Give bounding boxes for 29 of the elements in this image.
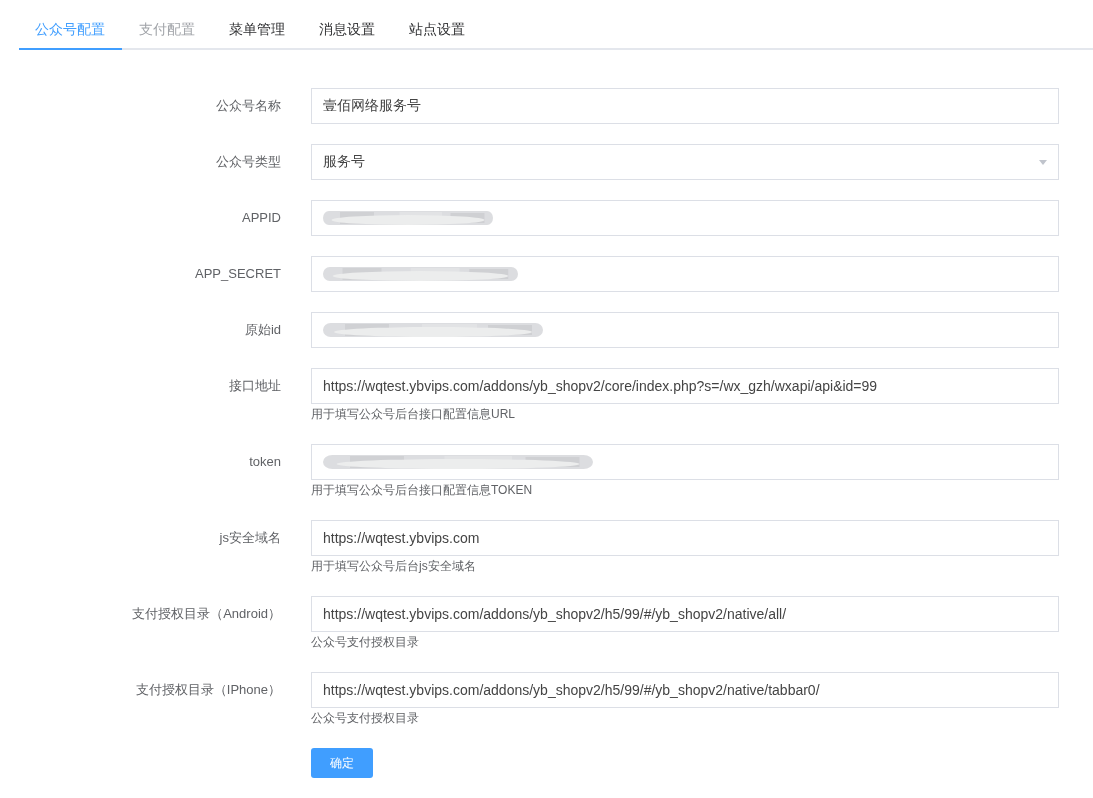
field-label: 支付授权目录（IPhone） xyxy=(135,681,281,699)
input-field[interactable] xyxy=(311,256,1059,292)
input-field[interactable]: https://wqtest.ybvips.com/addons/yb_shopv2/core/index.php?s=/wx_gzh/wxapi/api&id=99 xyxy=(311,368,1059,404)
field-label: 原始id xyxy=(244,321,281,339)
field-label: APP_SECRET xyxy=(195,265,281,283)
field-hint: 用于填写公众号后台js安全域名 xyxy=(311,558,476,575)
input-field[interactable] xyxy=(311,200,1059,236)
field-hint: 公众号支付授权目录 xyxy=(311,710,419,727)
field-label: js安全域名 xyxy=(219,529,281,547)
field-label: 接口地址 xyxy=(229,377,281,395)
field-hint: 公众号支付授权目录 xyxy=(311,634,419,651)
input-field[interactable]: https://wqtest.ybvips.com/addons/yb_shopv2/h5/99/#/yb_shopv2/native/all/ xyxy=(311,596,1059,632)
field-hint: 用于填写公众号后台接口配置信息URL xyxy=(311,406,515,423)
input-field[interactable] xyxy=(311,444,1059,480)
input-field[interactable]: https://wqtest.ybvips.com/addons/yb_shopv2/h5/99/#/yb_shopv2/native/tabbar0/ xyxy=(311,672,1059,708)
input-field[interactable] xyxy=(311,312,1059,348)
tab[interactable]: 消息设置 xyxy=(302,0,392,50)
tab[interactable]: 站点设置 xyxy=(392,0,482,50)
select-field[interactable]: 服务号 xyxy=(311,144,1059,180)
field-label: 公众号名称 xyxy=(216,97,281,115)
dropdown-caret-icon xyxy=(1039,159,1047,165)
tab[interactable]: 菜单管理 xyxy=(212,0,302,50)
field-label: token xyxy=(249,453,281,471)
input-field[interactable]: 壹佰网络服务号 xyxy=(311,88,1059,124)
field-hint: 用于填写公众号后台接口配置信息TOKEN xyxy=(311,482,533,499)
field-label: APPID xyxy=(242,209,281,227)
field-label: 支付授权目录（Android） xyxy=(132,605,281,623)
input-field[interactable]: https://wqtest.ybvips.com xyxy=(311,520,1059,556)
field-label: 公众号类型 xyxy=(216,153,281,171)
